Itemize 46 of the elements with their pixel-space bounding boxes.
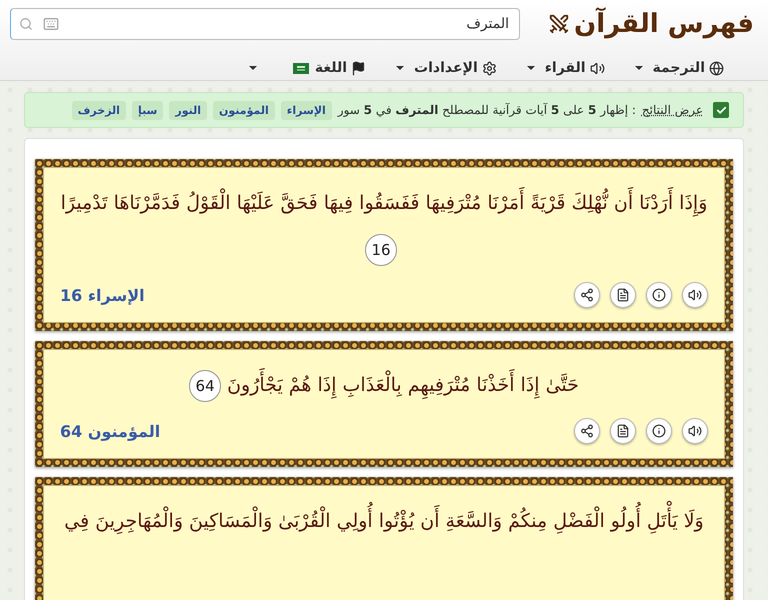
verse-text: وَلَا يَأْتَلِ أُولُو الْفَضْلِ مِنكُمْ وَالسَّعَةِ أَن يُؤْتُوا أُولِي الْقُرْبَىٰ وَالْمَسَاكِينَ وَالْمُهَاجِرِينَ فِي [60, 498, 708, 544]
info-icon [652, 288, 666, 302]
verse-number: 64 [189, 370, 222, 402]
surah-tag[interactable]: الإسراء [280, 100, 332, 120]
caret-icon [526, 66, 535, 70]
surah-tag[interactable]: سبإ [132, 100, 164, 120]
share-button[interactable] [574, 418, 600, 444]
menu-dropdown[interactable]: الإعدادات [396, 56, 497, 80]
info-icon [652, 424, 666, 438]
crossed-swords-icon [548, 13, 570, 35]
share-icon [580, 424, 594, 438]
check-icon [716, 104, 726, 116]
caret-icon [634, 66, 643, 70]
gear-icon [482, 60, 497, 76]
caret-icon [396, 66, 404, 70]
flag-icon [351, 60, 366, 76]
verse-number: 16 [365, 234, 397, 266]
audio-button[interactable] [682, 418, 708, 444]
speaker-icon [688, 288, 702, 302]
surah-tag[interactable]: المؤمنون [213, 100, 275, 120]
globe-icon [709, 60, 724, 76]
info-button[interactable] [646, 282, 672, 308]
surah-tag[interactable]: الزخرف [72, 100, 126, 120]
speaker-icon [688, 424, 702, 438]
caret-icon[interactable] [248, 66, 257, 70]
pdf-icon [616, 288, 630, 302]
pdf-button[interactable] [610, 282, 636, 308]
share-icon [580, 288, 594, 302]
search-bar[interactable]: المترف [10, 8, 520, 40]
flag-icon [292, 62, 309, 74]
surah-tag[interactable]: النور [169, 100, 208, 120]
results-label: عرض النتائج [642, 103, 703, 117]
info-button[interactable] [646, 418, 672, 444]
menu-dropdown[interactable]: الترجمة [634, 56, 724, 80]
menu-dropdown[interactable]: اللغة [314, 56, 366, 80]
share-button[interactable] [574, 282, 600, 308]
verse-reference[interactable]: المؤمنون 64 [60, 422, 160, 440]
verse-reference[interactable]: الإسراء 16 [60, 286, 145, 304]
menu-dropdown[interactable]: القراء [526, 56, 605, 80]
speaker-icon [590, 60, 605, 76]
site-logo[interactable]: فهرس القرآن [574, 9, 754, 39]
search-input[interactable]: المترف [69, 15, 512, 33]
checkbox[interactable] [713, 102, 729, 118]
pdf-icon [616, 424, 630, 438]
pdf-button[interactable] [610, 418, 636, 444]
audio-button[interactable] [682, 282, 708, 308]
